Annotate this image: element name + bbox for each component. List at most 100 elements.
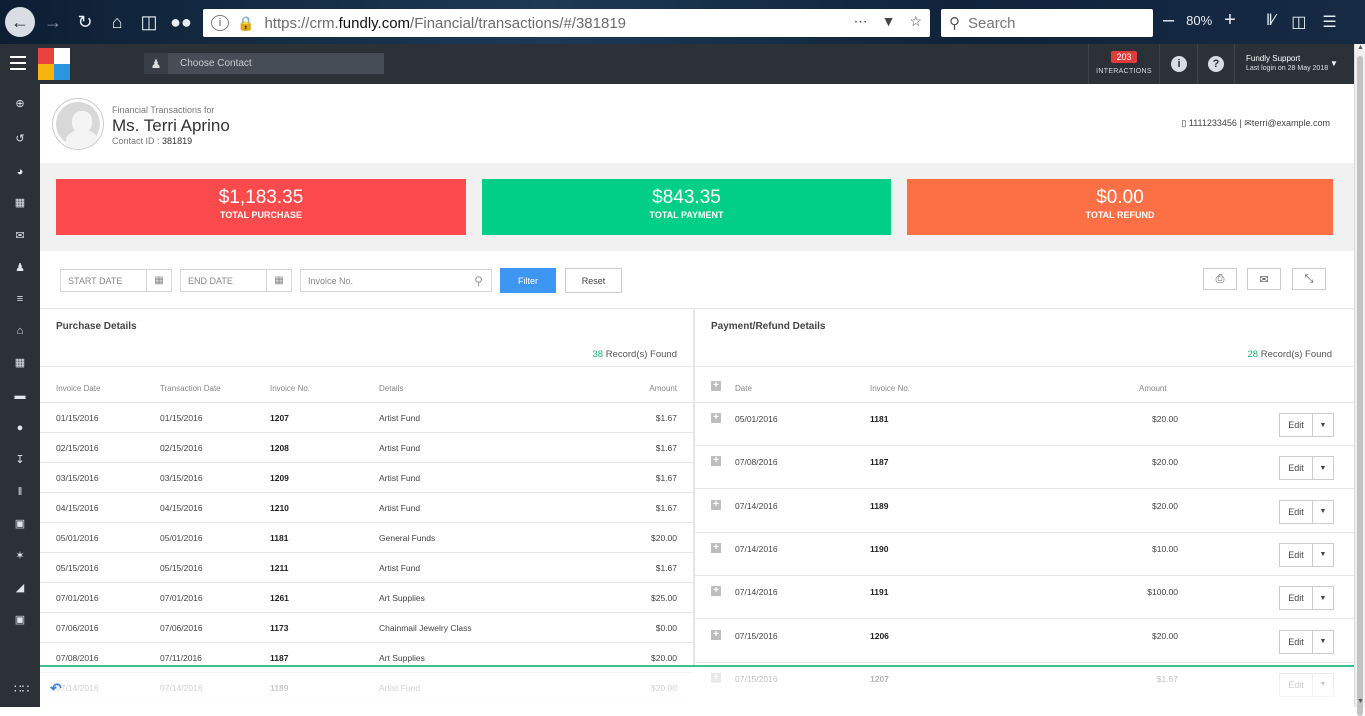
end-date-input[interactable]: END DATE ▦ bbox=[180, 269, 292, 292]
col-invoice-no[interactable]: Invoice No. bbox=[870, 384, 910, 393]
mail-icon[interactable]: ✉ bbox=[14, 230, 26, 242]
edit-button[interactable]: Edit bbox=[1280, 500, 1313, 523]
hamburger-menu-icon[interactable] bbox=[10, 56, 26, 70]
edit-button[interactable]: Edit bbox=[1280, 414, 1313, 436]
browser-search-input[interactable]: ⚲ Search bbox=[941, 9, 1153, 37]
expand-row-icon[interactable]: + bbox=[711, 629, 721, 640]
table-row[interactable]: +07/14/2016 1191 $100.00 Edit ▼ bbox=[695, 576, 1354, 620]
edit-button-group[interactable]: Edit▼ bbox=[1279, 413, 1334, 437]
site-info-icon[interactable]: i bbox=[211, 15, 229, 31]
money-bag-icon[interactable]: ● bbox=[14, 422, 26, 434]
grid-icon[interactable]: ▦ bbox=[14, 197, 26, 209]
page-scrollbar[interactable]: ▲ ▼ bbox=[1354, 44, 1365, 716]
col-amount[interactable]: Amount bbox=[649, 384, 677, 393]
expand-all-icon[interactable]: + bbox=[711, 381, 721, 391]
expand-row-icon[interactable]: + bbox=[711, 456, 721, 467]
contact-email[interactable]: terri@example.com bbox=[1252, 118, 1330, 128]
pocket-icon[interactable]: ▼ bbox=[882, 13, 896, 30]
col-transaction-date[interactable]: Transaction Date bbox=[160, 384, 221, 393]
run-icon[interactable]: ✶ bbox=[14, 550, 26, 562]
history-icon[interactable]: ↺ bbox=[14, 133, 26, 145]
fundly-logo[interactable] bbox=[38, 48, 70, 80]
zoom-out-icon[interactable]: – bbox=[1163, 9, 1174, 32]
edit-button-group[interactable]: Edit▼ bbox=[1279, 456, 1334, 481]
col-invoice-no[interactable]: Invoice No. bbox=[270, 384, 310, 393]
table-row[interactable]: 07/01/2016 07/01/2016 1261 Art Supplies $25.… bbox=[40, 583, 693, 613]
reload-icon[interactable]: ↻ bbox=[71, 8, 99, 36]
print-icon[interactable]: ⎙ bbox=[1203, 268, 1237, 290]
caret-down-icon[interactable]: ▼ bbox=[1313, 631, 1333, 653]
info-icon[interactable]: i bbox=[1171, 56, 1187, 72]
table-row[interactable]: +05/01/2016 1181 $20.00 Edit ▼ bbox=[695, 403, 1354, 446]
back-arrow-icon[interactable]: ← bbox=[5, 7, 35, 37]
zoom-level[interactable]: 80% bbox=[1186, 13, 1212, 28]
page-actions-icon[interactable]: ⋯ bbox=[854, 13, 868, 30]
edit-button-group[interactable]: Edit▼ bbox=[1279, 629, 1334, 654]
zoom-in-icon[interactable]: + bbox=[1224, 9, 1236, 32]
calendar-icon[interactable]: ▦ bbox=[14, 357, 26, 369]
caret-down-icon[interactable]: ▼ bbox=[1313, 587, 1333, 609]
home-icon[interactable]: ⌂ bbox=[103, 8, 131, 36]
sidebar-toggle-icon[interactable]: ◫ bbox=[1291, 12, 1306, 32]
user-menu[interactable]: Fundly Support Last login on 28 May 2018… bbox=[1246, 54, 1338, 72]
organization-icon[interactable]: ⌂ bbox=[14, 325, 26, 337]
filter-button[interactable]: Filter bbox=[500, 268, 556, 293]
edit-button-group[interactable]: Edit▼ bbox=[1279, 499, 1334, 524]
table-row[interactable]: 01/15/2016 01/15/2016 1207 Artist Fund $1.67 bbox=[40, 403, 693, 433]
edit-button[interactable]: Edit bbox=[1280, 587, 1313, 610]
edit-button-group[interactable]: Edit▼ bbox=[1279, 586, 1334, 611]
ticket-icon[interactable]: ▬ bbox=[14, 390, 26, 402]
choose-contact-input[interactable]: ♟ Choose Contact bbox=[144, 53, 384, 74]
email-icon[interactable]: ✉ bbox=[1247, 268, 1281, 290]
table-row[interactable]: +07/14/2016 1189 $20.00 Edit ▼ bbox=[695, 490, 1354, 533]
table-row[interactable]: 03/15/2016 03/15/2016 1209 Artist Fund $1.67 bbox=[40, 463, 693, 493]
start-date-input[interactable]: START DATE ▦ bbox=[60, 269, 172, 292]
expand-row-icon[interactable]: + bbox=[711, 413, 721, 423]
download-icon[interactable]: ↧ bbox=[14, 454, 26, 466]
edit-button[interactable]: Edit bbox=[1280, 543, 1313, 566]
chart-icon[interactable]: ◢ bbox=[14, 582, 26, 594]
dashboard-icon[interactable]: ◕ bbox=[14, 166, 26, 178]
table-row[interactable]: +07/08/2016 1187 $20.00 Edit ▼ bbox=[695, 446, 1354, 490]
expand-row-icon[interactable]: + bbox=[711, 542, 721, 553]
url-bar[interactable]: i 🔒 https://crm.fundly.com/Financial/tra… bbox=[203, 9, 930, 37]
table-row[interactable]: 07/06/2016 07/06/2016 1173 Chainmail Jewelr… bbox=[40, 613, 693, 643]
table-row[interactable]: 02/15/2016 02/15/2016 1208 Artist Fund $1.67 bbox=[40, 433, 693, 463]
edit-button-group[interactable]: Edit▼ bbox=[1279, 542, 1334, 567]
caret-down-icon[interactable]: ▼ bbox=[1313, 544, 1333, 566]
id-card-icon[interactable]: ▣ bbox=[14, 518, 26, 530]
private-mask-icon[interactable]: ●● bbox=[167, 8, 195, 36]
calendar-icon[interactable]: ▦ bbox=[266, 270, 291, 291]
col-details[interactable]: Details bbox=[379, 384, 403, 393]
scroll-up-icon[interactable]: ▲ bbox=[1357, 44, 1364, 51]
calendar-icon[interactable]: ▦ bbox=[146, 270, 171, 291]
search-icon[interactable]: ⚲ bbox=[474, 274, 483, 288]
menu-icon[interactable]: ☰ bbox=[1322, 12, 1336, 32]
reset-button[interactable]: Reset bbox=[565, 268, 622, 293]
add-circle-icon[interactable]: ⊕ bbox=[14, 98, 26, 110]
back-return-icon[interactable]: ↶ bbox=[50, 680, 62, 697]
library-icon[interactable]: ‖⁄ bbox=[1266, 12, 1275, 32]
caret-down-icon[interactable]: ▼ bbox=[1313, 501, 1333, 523]
bookmark-star-icon[interactable]: ☆ bbox=[909, 13, 922, 30]
table-row[interactable]: 04/15/2016 04/15/2016 1210 Artist Fund $1.67 bbox=[40, 493, 693, 523]
expand-icon[interactable]: ⤡ bbox=[1292, 268, 1326, 290]
edit-button[interactable]: Edit bbox=[1280, 457, 1313, 480]
cutlery-icon[interactable]: ‖ bbox=[14, 486, 26, 498]
layers-icon[interactable]: ≡ bbox=[14, 293, 26, 305]
caret-down-icon[interactable]: ▼ bbox=[1313, 457, 1333, 479]
caret-down-icon[interactable]: ▼ bbox=[1313, 414, 1333, 436]
expand-row-icon[interactable]: + bbox=[711, 586, 721, 597]
interactions-button[interactable]: 203 INTERACTIONS bbox=[1088, 44, 1160, 84]
table-row[interactable]: 05/15/2016 05/15/2016 1211 Artist Fund $1.67 bbox=[40, 553, 693, 583]
expand-row-icon[interactable]: + bbox=[711, 499, 721, 510]
forward-arrow-icon[interactable]: → bbox=[39, 8, 67, 36]
synced-tabs-icon[interactable]: ◫ bbox=[135, 8, 163, 36]
col-amount[interactable]: Amount bbox=[1139, 384, 1167, 393]
contact-icon[interactable]: ♟ bbox=[14, 262, 26, 274]
invoice-search-input[interactable]: Invoice No. ⚲ bbox=[300, 269, 492, 292]
col-invoice-date[interactable]: Invoice Date bbox=[56, 384, 100, 393]
screen-icon[interactable]: ▣ bbox=[14, 614, 26, 626]
help-icon[interactable]: ? bbox=[1208, 56, 1224, 72]
table-row[interactable]: +07/14/2016 1190 $10.00 Edit ▼ bbox=[695, 533, 1354, 576]
